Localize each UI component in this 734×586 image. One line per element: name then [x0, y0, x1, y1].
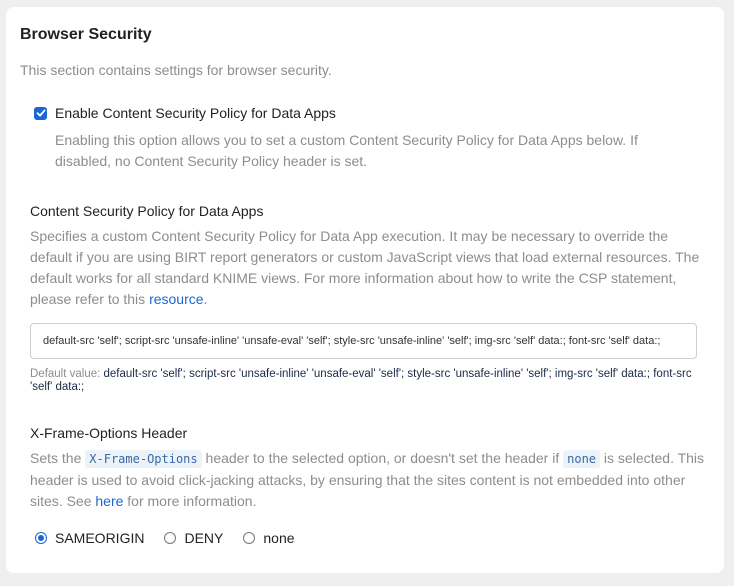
xframe-help: Sets the X-Frame-Options header to the s… [30, 448, 710, 512]
csp-enable-label[interactable]: Enable Content Security Policy for Data … [55, 105, 336, 121]
xframe-help-2: header to the selected option, or doesn'… [201, 450, 564, 466]
xframe-code-none: none [563, 450, 601, 468]
section-title: Browser Security [20, 26, 152, 43]
xframe-help-4: for more information. [123, 493, 257, 509]
csp-field-help: Specifies a custom Content Security Poli… [30, 226, 710, 310]
csp-enable-help: Enabling this option allows you to set a… [55, 132, 638, 169]
xframe-code-header: X-Frame-Options [85, 450, 202, 468]
csp-field-label: Content Security Policy for Data Apps [30, 203, 264, 219]
xframe-radio-group: SAMEORIGIN DENY none [35, 530, 315, 546]
csp-help-end: . [203, 291, 208, 307]
radio-none[interactable] [243, 532, 256, 544]
default-value-text: default-src 'self'; script-src 'unsafe-i… [30, 368, 692, 393]
here-link[interactable]: here [95, 493, 123, 509]
radio-deny[interactable] [164, 532, 177, 544]
section-description: This section contains settings for brows… [20, 62, 332, 78]
xframe-help-1: Sets the [30, 450, 86, 466]
csp-input[interactable] [30, 323, 697, 359]
csp-help-text: Specifies a custom Content Security Poli… [30, 228, 700, 307]
radio-sameorigin[interactable] [35, 532, 47, 544]
resource-link[interactable]: resource [149, 291, 203, 307]
csp-default-value: Default value: default-src 'self'; scrip… [30, 368, 700, 394]
radio-option-none[interactable]: none [243, 530, 295, 546]
csp-toggle-row[interactable]: Enable Content Security Policy for Data … [34, 105, 336, 121]
radio-none-label[interactable]: none [263, 530, 294, 546]
checkmark-icon [36, 109, 45, 117]
csp-enable-checkbox[interactable] [34, 106, 47, 120]
radio-sameorigin-label[interactable]: SAMEORIGIN [55, 530, 144, 546]
xframe-label: X-Frame-Options Header [30, 425, 188, 441]
browser-security-card: Browser Security This section contains s… [6, 7, 724, 573]
radio-option-sameorigin[interactable]: SAMEORIGIN [35, 530, 144, 546]
radio-option-deny[interactable]: DENY [164, 530, 223, 546]
default-value-label: Default value: [30, 368, 104, 380]
radio-deny-label[interactable]: DENY [184, 530, 223, 546]
